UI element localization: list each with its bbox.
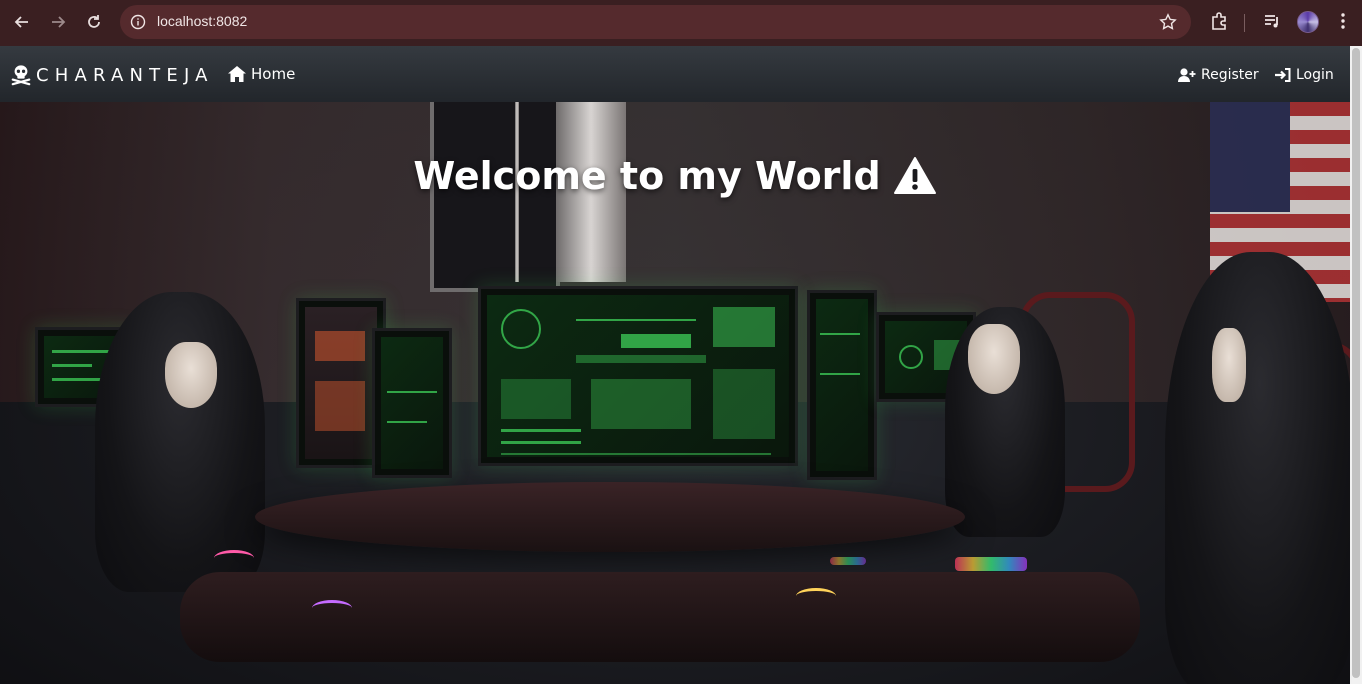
kebab-menu-icon[interactable] [1336, 11, 1350, 31]
toolbar-divider [1244, 14, 1245, 32]
skull-crossbones-icon [11, 65, 31, 86]
nav-register-label: Register [1201, 67, 1259, 83]
warning-triangle-icon [893, 157, 936, 194]
sign-in-icon [1275, 68, 1291, 82]
hero-title-text: Welcome to my World [413, 154, 881, 198]
forward-arrow-icon[interactable] [46, 10, 70, 34]
nav-register-link[interactable]: Register [1178, 67, 1259, 83]
scrollbar-thumb[interactable] [1352, 48, 1360, 678]
nav-login-link[interactable]: Login [1275, 67, 1334, 83]
hero-section: Welcome to my World [0, 102, 1350, 684]
browser-toolbar: localhost:8082 [0, 0, 1362, 46]
address-bar[interactable]: localhost:8082 [120, 5, 1191, 39]
home-icon [228, 66, 246, 82]
info-icon[interactable] [130, 14, 146, 30]
nav-home-label: Home [251, 65, 296, 83]
nav-home-link[interactable]: Home [228, 65, 295, 83]
back-arrow-icon[interactable] [10, 10, 34, 34]
brand-name[interactable]: CHARANTEJA [36, 65, 214, 86]
site-navbar: CHARANTEJA Home Register Login [0, 46, 1350, 102]
reload-icon[interactable] [82, 10, 106, 34]
nav-login-label: Login [1296, 67, 1334, 83]
page-scrollbar[interactable] [1350, 46, 1362, 684]
profile-avatar[interactable] [1297, 11, 1319, 33]
brand-link[interactable]: CHARANTEJA [10, 64, 214, 86]
extensions-icon[interactable] [1209, 11, 1229, 31]
url-text[interactable]: localhost:8082 [157, 13, 247, 29]
star-icon[interactable] [1159, 13, 1177, 31]
hero-title: Welcome to my World [0, 154, 1350, 198]
user-plus-icon [1178, 68, 1196, 82]
media-queue-icon[interactable] [1262, 11, 1282, 31]
